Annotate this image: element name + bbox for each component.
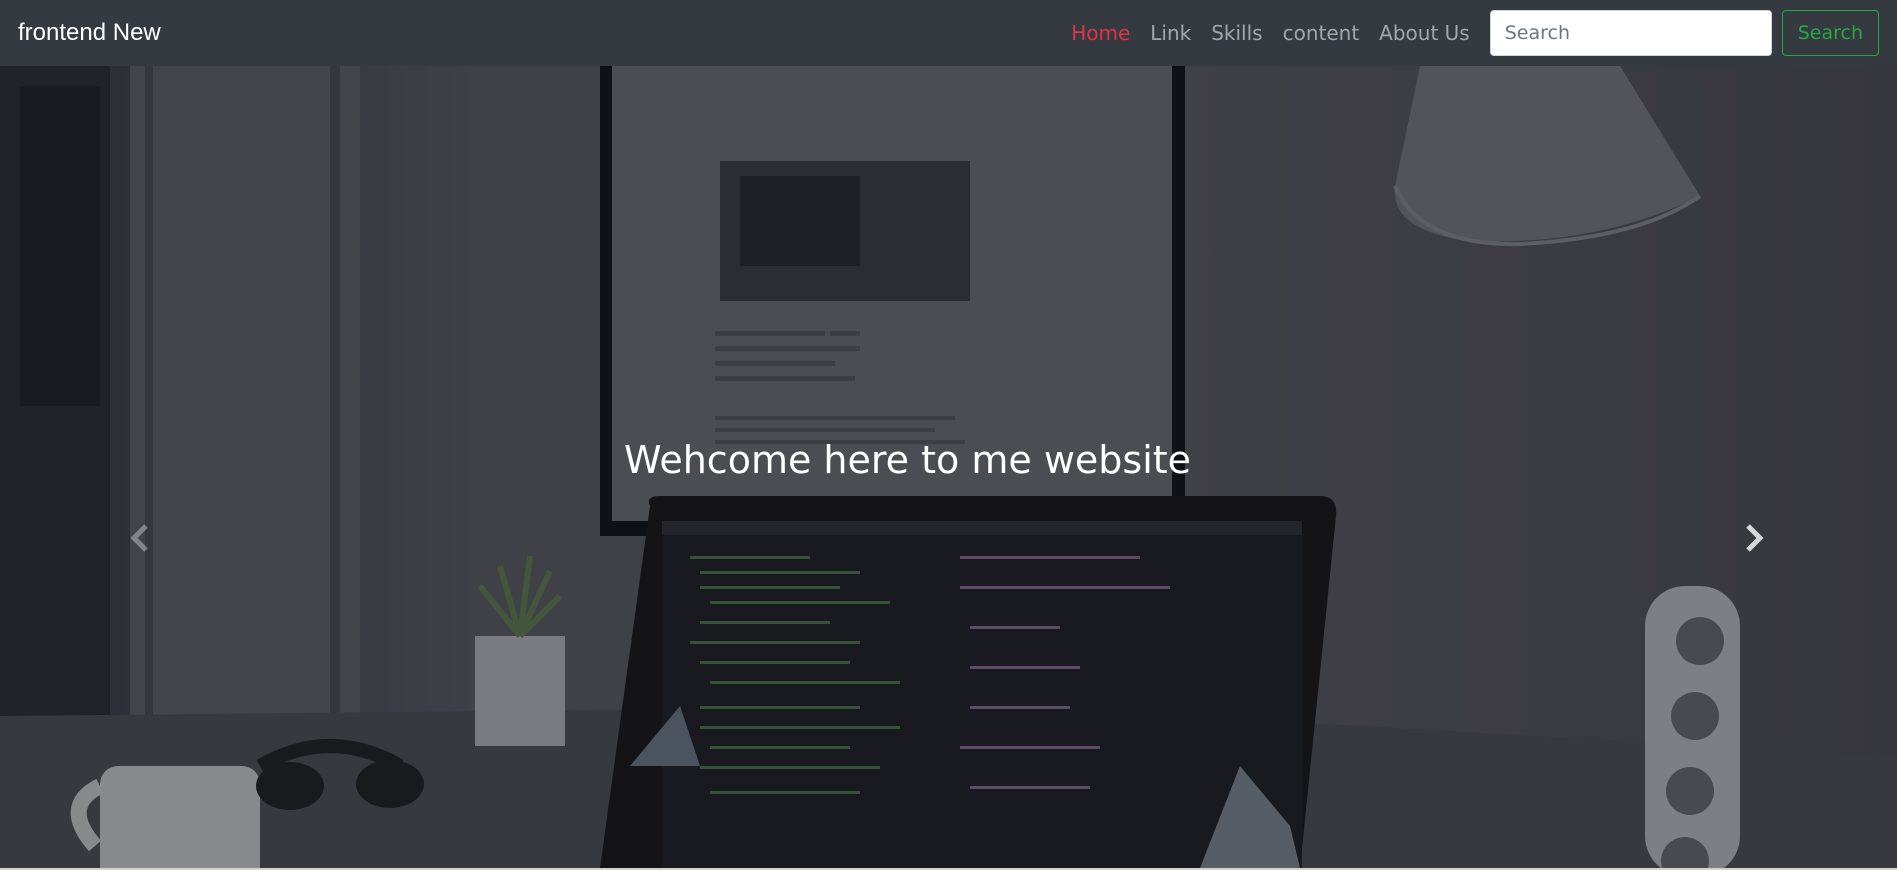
hero-caption: Wehcome here to me website [624, 438, 1192, 482]
hero-carousel: Wehcome here to me website [0, 66, 1897, 868]
chevron-left-icon [130, 524, 148, 552]
navbar: frontend New Home Link Skills content Ab… [0, 0, 1897, 66]
carousel-next-button[interactable] [1734, 518, 1774, 558]
nav-link-skills[interactable]: Skills [1201, 21, 1272, 45]
search-button[interactable]: Search [1781, 10, 1879, 56]
nav-link-about-us[interactable]: About Us [1369, 21, 1480, 45]
search-input[interactable] [1489, 10, 1772, 56]
chevron-right-icon [1746, 524, 1764, 552]
nav-link-link[interactable]: Link [1140, 21, 1201, 45]
carousel-prev-button[interactable] [120, 518, 160, 558]
nav-link-content[interactable]: content [1273, 21, 1370, 45]
nav-link-home[interactable]: Home [1061, 21, 1140, 45]
brand-link[interactable]: frontend New [18, 19, 161, 47]
nav-links: Home Link Skills content About Us [1061, 21, 1480, 45]
